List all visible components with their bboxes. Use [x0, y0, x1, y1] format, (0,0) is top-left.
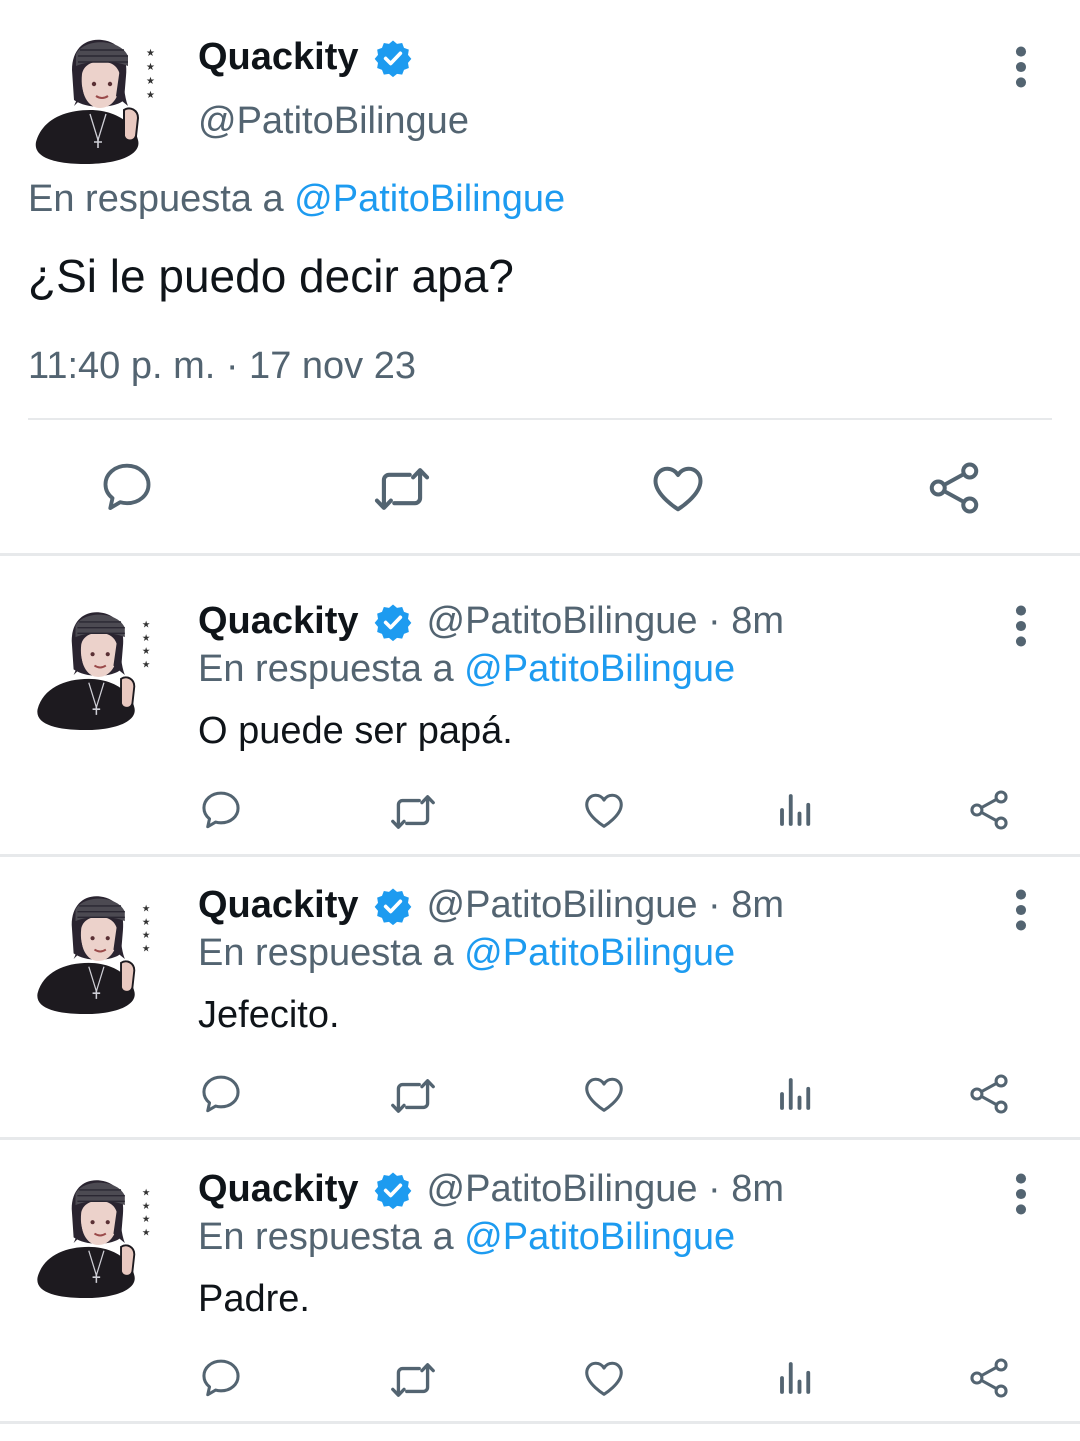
more-options-icon[interactable] [1002, 1173, 1040, 1215]
retweet-button[interactable] [388, 787, 438, 837]
share-icon [966, 1355, 1012, 1401]
main-tweet: Quackity @PatitoBilingue En respuesta a … [0, 0, 1080, 557]
verified-badge-icon [373, 886, 413, 926]
action-bar [0, 1071, 1080, 1121]
reply-to-link[interactable]: @PatitoBilingue [464, 932, 735, 974]
reply-icon [198, 1071, 244, 1117]
avatar[interactable] [30, 602, 158, 732]
reply-to-link[interactable]: @PatitoBilingue [294, 178, 565, 220]
author-row: Quackity @PatitoBilingue · 8m [198, 600, 784, 643]
display-name[interactable]: Quackity [198, 1168, 359, 1211]
like-button[interactable] [581, 787, 627, 833]
display-name[interactable]: Quackity [198, 36, 359, 79]
reply-button[interactable] [198, 787, 244, 833]
retweet-button[interactable] [388, 1355, 438, 1405]
reply-tweet[interactable]: Quackity @PatitoBilingue · 8m En respues… [0, 841, 1080, 1125]
like-icon [581, 1355, 627, 1401]
views-button[interactable] [775, 1357, 817, 1399]
more-options-icon[interactable] [1002, 46, 1040, 88]
action-bar [0, 787, 1080, 837]
share-button[interactable] [966, 1355, 1012, 1401]
reply-button[interactable] [98, 458, 156, 516]
views-button[interactable] [775, 789, 817, 831]
divider [28, 418, 1052, 420]
author-row: Quackity @PatitoBilingue · 8m [198, 1168, 784, 1211]
views-icon [775, 789, 817, 831]
retweet-icon [371, 458, 433, 520]
share-icon [924, 458, 984, 518]
like-button[interactable] [581, 1355, 627, 1401]
handle-time[interactable]: @PatitoBilingue · 8m [427, 1168, 785, 1211]
reply-context: En respuesta a @PatitoBilingue [28, 178, 565, 221]
avatar[interactable] [30, 1170, 158, 1300]
reply-button[interactable] [198, 1071, 244, 1117]
reply-tweet[interactable]: Quackity @PatitoBilingue · 8m En respues… [0, 557, 1080, 841]
action-bar [0, 1355, 1080, 1405]
share-icon [966, 1071, 1012, 1117]
reply-prefix: En respuesta a [28, 178, 295, 220]
reply-to-link[interactable]: @PatitoBilingue [464, 1216, 735, 1258]
separator [0, 1421, 1080, 1424]
more-options-icon[interactable] [1002, 605, 1040, 647]
share-button[interactable] [966, 1071, 1012, 1117]
reply-button[interactable] [198, 1355, 244, 1401]
reply-icon [198, 1355, 244, 1401]
like-icon [581, 1071, 627, 1117]
separator [0, 553, 1080, 556]
tweet-thread: Quackity @PatitoBilingue En respuesta a … [0, 0, 1080, 1441]
reply-context: En respuesta a @PatitoBilingue [198, 1216, 735, 1259]
tweet-timestamp[interactable]: 11:40 p. m. · 17 nov 23 [28, 345, 416, 388]
verified-badge-icon [373, 1170, 413, 1210]
share-icon [966, 787, 1012, 833]
reply-prefix: En respuesta a [198, 648, 465, 690]
handle-time[interactable]: @PatitoBilingue · 8m [427, 600, 785, 643]
share-button[interactable] [924, 458, 984, 518]
retweet-button[interactable] [371, 458, 433, 520]
retweet-icon [388, 1355, 438, 1405]
retweet-icon [388, 787, 438, 837]
display-name[interactable]: Quackity [198, 600, 359, 643]
reply-to-link[interactable]: @PatitoBilingue [464, 648, 735, 690]
more-options-icon[interactable] [1002, 889, 1040, 931]
author-row: Quackity [198, 36, 413, 79]
reply-context: En respuesta a @PatitoBilingue [198, 932, 735, 975]
reply-icon [198, 787, 244, 833]
like-button[interactable] [581, 1071, 627, 1117]
avatar[interactable] [30, 886, 158, 1016]
tweet-text: ¿Si le puedo decir apa? [28, 250, 514, 302]
handle[interactable]: @PatitoBilingue [198, 100, 469, 143]
handle-time[interactable]: @PatitoBilingue · 8m [427, 884, 785, 927]
tweet-text: Jefecito. [198, 994, 340, 1036]
like-button[interactable] [648, 458, 708, 518]
reply-prefix: En respuesta a [198, 1216, 465, 1258]
views-icon [775, 1357, 817, 1399]
like-icon [648, 458, 708, 518]
action-bar [0, 440, 1080, 535]
views-icon [775, 1073, 817, 1115]
reply-prefix: En respuesta a [198, 932, 465, 974]
tweet-text: O puede ser papá. [198, 710, 513, 752]
avatar[interactable] [28, 30, 163, 165]
reply-icon [98, 458, 156, 516]
tweet-text: Padre. [198, 1278, 310, 1320]
reply-tweet[interactable]: Quackity @PatitoBilingue · 8m En respues… [0, 1125, 1080, 1409]
reply-context: En respuesta a @PatitoBilingue [198, 648, 735, 691]
display-name[interactable]: Quackity [198, 884, 359, 927]
retweet-button[interactable] [388, 1071, 438, 1121]
author-row: Quackity @PatitoBilingue · 8m [198, 884, 784, 927]
verified-badge-icon [373, 602, 413, 642]
retweet-icon [388, 1071, 438, 1121]
views-button[interactable] [775, 1073, 817, 1115]
share-button[interactable] [966, 787, 1012, 833]
verified-badge-icon [373, 38, 413, 78]
like-icon [581, 787, 627, 833]
